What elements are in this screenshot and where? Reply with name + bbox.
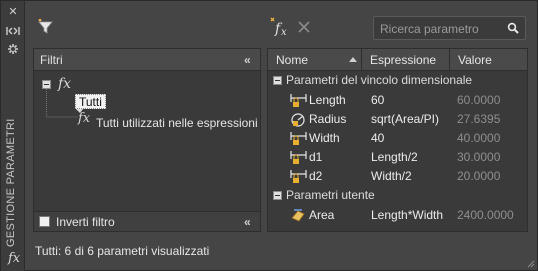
sort-ascending-icon <box>349 57 357 62</box>
close-icon[interactable]: ✕ <box>6 6 20 18</box>
table-row[interactable]: d1 Length/2 30.0000 <box>268 148 527 167</box>
search-box[interactable] <box>373 16 526 40</box>
delete-parameter-icon[interactable] <box>297 20 311 37</box>
search-input[interactable] <box>380 21 502 37</box>
new-user-parameter-icon[interactable]: f x <box>269 17 291 40</box>
search-icon[interactable] <box>507 22 519 37</box>
status-bar-text: Tutti: 6 di 6 parametri visualizzati <box>35 244 210 258</box>
radial-dimension-icon <box>291 113 305 127</box>
linear-dimension-lock-icon <box>290 132 307 145</box>
parameters-grid: Nome Espressione Valore Parametri del vi… <box>267 48 528 232</box>
palette-title: GESTIONE PARAMETRI <box>5 118 17 247</box>
table-row[interactable]: d2 Width/2 20.0000 <box>268 167 527 186</box>
linear-dimension-lock-icon <box>290 151 307 164</box>
parameters-manager-window: ✕ GESTIONE PARAMETRI fx f x F <box>0 0 538 271</box>
filter-panel: Filtri « fx Tutti fx Tutti utilizzati ne… <box>33 48 261 232</box>
table-row[interactable]: Length 60 60.0000 <box>268 91 527 110</box>
palette-title-strip[interactable]: ✕ GESTIONE PARAMETRI fx <box>1 1 25 271</box>
filter-panel-header: Filtri « <box>34 49 260 71</box>
collapse-footer-icon[interactable]: « <box>244 216 258 228</box>
linear-dimension-lock-icon <box>290 170 307 183</box>
new-filter-icon[interactable] <box>37 18 55 38</box>
table-row[interactable]: Area Length*Width 2400.0000 <box>268 206 527 225</box>
invert-filter-label[interactable]: Inverti filtro <box>56 215 115 229</box>
small-filter-icon <box>76 109 83 113</box>
filter-panel-footer: Inverti filtro « <box>34 211 260 231</box>
column-header-value[interactable]: Valore <box>450 49 527 71</box>
collapse-filter-panel-icon[interactable]: « <box>244 54 258 66</box>
group-collapse-icon[interactable] <box>273 191 282 200</box>
collapse-panel-icon[interactable] <box>6 25 20 37</box>
table-row[interactable]: Width 40 40.0000 <box>268 129 527 148</box>
svg-text:x: x <box>281 27 287 37</box>
user-parameter-icon <box>291 209 305 222</box>
invert-filter-checkbox[interactable] <box>39 216 50 227</box>
column-header-name[interactable]: Nome <box>268 49 362 71</box>
filter-tree: fx Tutti fx Tutti utilizzati nelle espre… <box>34 71 260 211</box>
linear-dimension-lock-icon <box>290 94 307 107</box>
tree-item-used-in-expressions[interactable]: Tutti utilizzati nelle espressioni <box>96 116 258 130</box>
grid-header: Nome Espressione Valore <box>268 49 527 71</box>
tree-collapse-icon[interactable] <box>42 80 51 89</box>
column-header-expression[interactable]: Espressione <box>362 49 450 71</box>
group-collapse-icon[interactable] <box>273 76 282 85</box>
filter-panel-title: Filtri <box>40 53 63 67</box>
fx-icon: fx <box>8 251 21 266</box>
resize-grip-icon[interactable] <box>527 260 535 268</box>
table-row[interactable]: Radius sqrt(Area/PI) 27.6395 <box>268 110 527 129</box>
settings-icon[interactable] <box>6 43 20 55</box>
